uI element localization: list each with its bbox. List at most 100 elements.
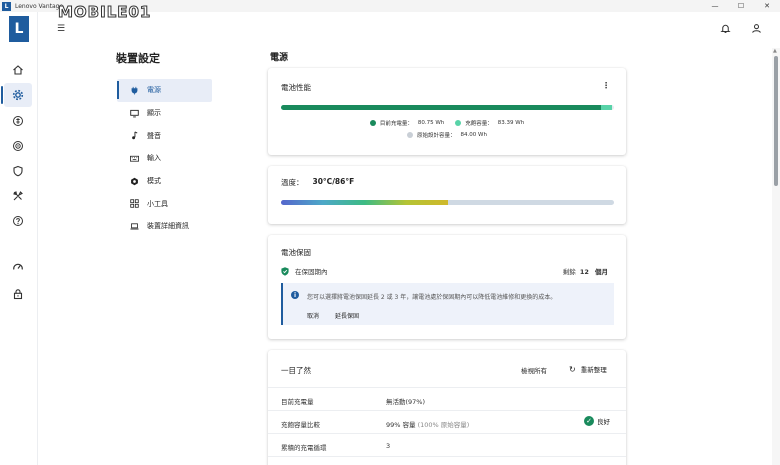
- row-key: 目前充電量: [281, 398, 314, 406]
- bell-icon[interactable]: [720, 23, 731, 36]
- brand-logo-icon: L: [9, 16, 29, 42]
- settings-menu: 電源 顯示 聲音 輸入 模式 小工具 裝置詳細資訊: [117, 79, 212, 238]
- page-scrollbar[interactable]: ▲: [772, 48, 780, 465]
- music-note-icon: [129, 131, 139, 141]
- user-account-icon[interactable]: [751, 23, 762, 36]
- menu-item-input[interactable]: 輸入: [117, 147, 212, 170]
- shield-check-icon: [281, 266, 289, 276]
- help-icon[interactable]: [4, 209, 32, 233]
- watermark-logo: MOBILE01: [57, 3, 152, 22]
- warranty-remaining: 剩餘 12 個月: [563, 266, 610, 276]
- legend-label: 原始設計容量：: [417, 133, 456, 139]
- legend-value: 80.75 Wh: [417, 120, 445, 126]
- menu-item-mode[interactable]: 模式: [117, 170, 212, 193]
- tools-icon[interactable]: [4, 184, 32, 208]
- temperature-readout: 溫度： 30°C/86°F: [281, 177, 354, 188]
- menu-item-power[interactable]: 電源: [117, 79, 212, 102]
- refresh-button[interactable]: ↻ 重新整理: [569, 364, 607, 375]
- monitor-icon: [129, 108, 139, 118]
- legend-full-capacity: 充飽容量： 83.39 Wh: [455, 119, 524, 127]
- device-settings-title: 裝置設定: [116, 52, 160, 65]
- table-row: [268, 456, 626, 465]
- refresh-icon: ↻: [569, 364, 576, 374]
- legend-dot: [369, 120, 376, 126]
- menu-item-label: 輸入: [147, 154, 161, 163]
- remaining-value: 12: [579, 268, 589, 276]
- extend-warranty-button[interactable]: 延長保固: [335, 311, 359, 320]
- collapse-menu-icon[interactable]: ☰: [57, 24, 65, 34]
- section-title: 電源: [270, 53, 289, 63]
- legend-value: 84.00 Wh: [460, 132, 487, 138]
- temperature-bar: [281, 200, 614, 205]
- menu-item-label: 電源: [147, 86, 161, 95]
- scrollbar-thumb[interactable]: [774, 56, 778, 186]
- cancel-button[interactable]: 取消: [307, 311, 319, 320]
- warranty-status-text: 在保固期內: [295, 268, 328, 276]
- legend-label: 充飽容量：: [465, 121, 493, 127]
- row-key: 累積的充電循環: [281, 444, 327, 452]
- row-value: 99% 容量 (100% 原始容量): [386, 419, 469, 429]
- view-all-link[interactable]: 檢視所有: [521, 365, 547, 375]
- row-key: 充飽容量比較: [281, 421, 320, 429]
- window-title: Lenovo Vantage: [15, 2, 64, 10]
- menu-item-label: 模式: [147, 177, 161, 186]
- menu-item-device-details[interactable]: 裝置詳細資訊: [117, 215, 212, 238]
- card-title: 一目了然: [281, 366, 311, 375]
- legend-value: 83.39 Wh: [497, 120, 525, 126]
- menu-item-display[interactable]: 顯示: [117, 102, 212, 125]
- legend-design-capacity: 原始設計容量： 84.00 Wh: [407, 131, 487, 139]
- top-right-icons: [720, 23, 762, 36]
- legend-label: 目前充電量：: [379, 121, 413, 127]
- remaining-unit: 個月: [595, 268, 608, 276]
- at-a-glance-card: 一目了然 檢視所有 ↻ 重新整理 目前充電量 無活動(97%) 充飽容量比較 9…: [268, 350, 626, 465]
- legend-dot: [455, 120, 462, 126]
- home-icon[interactable]: [4, 58, 32, 82]
- battery-capacity-bar: [281, 105, 614, 110]
- gear-icon[interactable]: [1, 83, 32, 107]
- table-row: 充飽容量比較 99% 容量 (100% 原始容量) ✓ 良好: [268, 410, 626, 433]
- menu-item-label: 顯示: [147, 109, 161, 118]
- table-row: 目前充電量 無活動(97%): [268, 387, 626, 410]
- warranty-status: 在保固期內: [281, 266, 328, 276]
- temperature-card: 溫度： 30°C/86°F: [268, 166, 626, 224]
- menu-item-label: 裝置詳細資訊: [147, 222, 189, 231]
- battery-performance-card: 電池性能 ⋮ 目前充電量： 80.75 Wh 充飽容量： 83.39 Wh 原始…: [268, 68, 626, 155]
- scroll-up-icon[interactable]: ▲: [773, 48, 777, 54]
- hexagon-icon: [129, 176, 139, 186]
- current-charge-fill: [281, 105, 602, 110]
- close-button[interactable]: ✕: [754, 0, 780, 12]
- row-value-main: 3: [386, 442, 391, 450]
- menu-item-widgets[interactable]: 小工具: [117, 192, 212, 215]
- currency-icon[interactable]: [4, 109, 32, 133]
- lock-icon[interactable]: [4, 282, 32, 306]
- status-badge: ✓ 良好: [584, 416, 610, 426]
- row-value: 無活動(97%): [386, 396, 425, 406]
- gauge-icon[interactable]: [4, 255, 32, 279]
- menu-item-audio[interactable]: 聲音: [117, 124, 212, 147]
- badge-label: 良好: [597, 418, 610, 426]
- plug-icon: [129, 85, 139, 95]
- row-value-main: 無活動(97%): [386, 398, 426, 406]
- shield-icon[interactable]: [4, 159, 32, 183]
- check-circle-icon: ✓: [584, 416, 594, 426]
- left-navigation-rail: L: [0, 12, 38, 465]
- laptop-icon: [129, 221, 139, 231]
- watermark-text: MOBILE01: [57, 3, 152, 22]
- legend-current-charge: 目前充電量： 80.75 Wh: [369, 119, 445, 127]
- more-options-icon[interactable]: ⋮: [602, 81, 610, 90]
- speed-dial-icon[interactable]: [4, 134, 32, 158]
- menu-item-label: 聲音: [147, 131, 161, 140]
- info-icon: i: [291, 291, 299, 299]
- notice-text: 您可以選擇將電池保固延長 2 或 3 年，讓電池處於保固期內可以降低電池維修和更…: [307, 294, 557, 301]
- app-logo-icon: L: [2, 1, 11, 11]
- legend-dot: [407, 132, 414, 138]
- battery-legend-row-1: 目前充電量： 80.75 Wh 充飽容量： 83.39 Wh: [268, 119, 626, 127]
- maximize-button[interactable]: ☐: [728, 0, 754, 12]
- row-value: 3: [386, 442, 390, 450]
- battery-warranty-card: 電池保固 在保固期內 剩餘 12 個月 i 您可以選擇將電池保固延長 2 或 3…: [268, 235, 626, 339]
- row-value-main: 99% 容量: [386, 421, 416, 429]
- minimize-button[interactable]: —: [702, 0, 728, 12]
- battery-legend-row-2: 原始設計容量： 84.00 Wh: [268, 131, 626, 139]
- warranty-extension-notice: i 您可以選擇將電池保固延長 2 或 3 年，讓電池處於保固期內可以降低電池維修…: [281, 283, 614, 325]
- keyboard-icon: [129, 153, 139, 163]
